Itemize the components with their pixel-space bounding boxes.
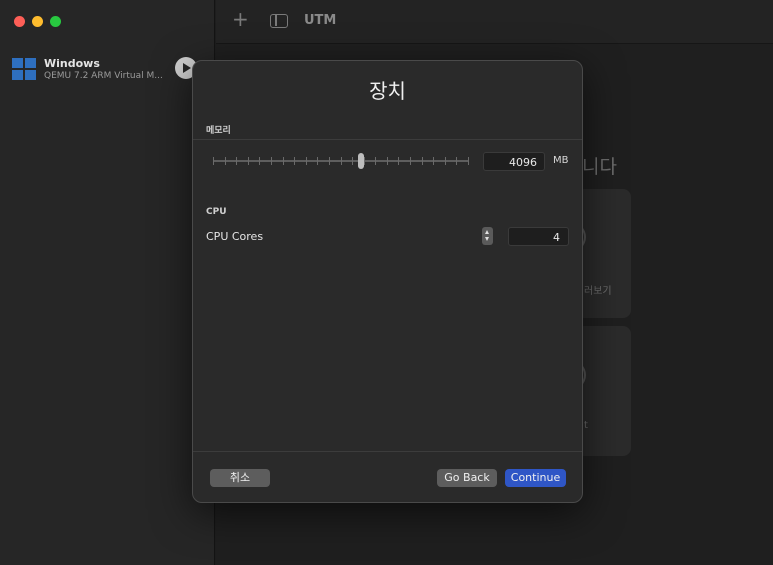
window-title: UTM [304,13,337,28]
memory-slider-tick [375,157,376,165]
memory-slider-tick [422,157,423,165]
memory-input[interactable] [483,152,545,171]
memory-slider-tick [445,157,446,165]
memory-slider-tick [456,157,457,165]
windows-logo-icon [12,58,36,80]
memory-slider-tick [364,157,365,165]
plus-icon[interactable]: + [232,9,249,29]
continue-button[interactable]: Continue [505,469,566,487]
welcome-card-browse-label: 러보기 [584,286,612,297]
memory-unit: MB [553,155,569,166]
memory-slider-tick [213,157,214,165]
toolbar: + UTM [216,0,773,44]
memory-section-label: 메모리 [206,126,231,136]
memory-slider-tick [410,157,411,165]
memory-slider-thumb[interactable] [358,153,364,169]
zoom-window-button[interactable] [50,16,61,27]
window-controls [14,16,61,27]
welcome-heading: 니다 [582,156,617,178]
welcome-card-support[interactable] [576,326,631,456]
memory-slider-tick [248,157,249,165]
section-divider [193,139,582,140]
memory-slider-tick [283,157,284,165]
memory-slider-tick [259,157,260,165]
memory-slider-tick [306,157,307,165]
memory-slider-tick [271,157,272,165]
cancel-button[interactable]: 취소 [210,469,270,487]
close-window-button[interactable] [14,16,25,27]
hardware-dialog: 장치 메모리 MB CPU CPU Cores 취소 Go Back Conti… [192,60,583,503]
memory-slider-tick [236,157,237,165]
sidebar: Windows QEMU 7.2 ARM Virtual M... [0,0,215,565]
memory-slider-tick [225,157,226,165]
memory-slider-tick [341,157,342,165]
app-window: Windows QEMU 7.2 ARM Virtual M... + UTM … [0,0,773,565]
welcome-card-browse[interactable] [576,189,631,318]
sidebar-toggle-icon[interactable] [270,14,288,28]
vm-list-item[interactable]: Windows QEMU 7.2 ARM Virtual M... [0,55,215,85]
cpu-cores-stepper[interactable] [482,227,493,245]
vm-name: Windows [44,57,100,70]
memory-slider-tick [433,157,434,165]
cpu-cores-label: CPU Cores [206,230,264,243]
memory-slider-tick [294,157,295,165]
memory-slider-tick [387,157,388,165]
memory-slider-tick [329,157,330,165]
memory-slider-tick [468,157,469,165]
welcome-card-support-label: t [584,420,588,431]
vm-description: QEMU 7.2 ARM Virtual M... [44,71,163,81]
minimize-window-button[interactable] [32,16,43,27]
cpu-section-label: CPU [206,207,227,217]
memory-slider[interactable] [213,153,469,169]
go-back-button[interactable]: Go Back [437,469,497,487]
memory-slider-tick [317,157,318,165]
cpu-cores-input[interactable] [508,227,569,246]
dialog-title: 장치 [369,79,406,103]
memory-slider-tick [398,157,399,165]
memory-slider-tick [352,157,353,165]
footer-divider [193,451,582,452]
